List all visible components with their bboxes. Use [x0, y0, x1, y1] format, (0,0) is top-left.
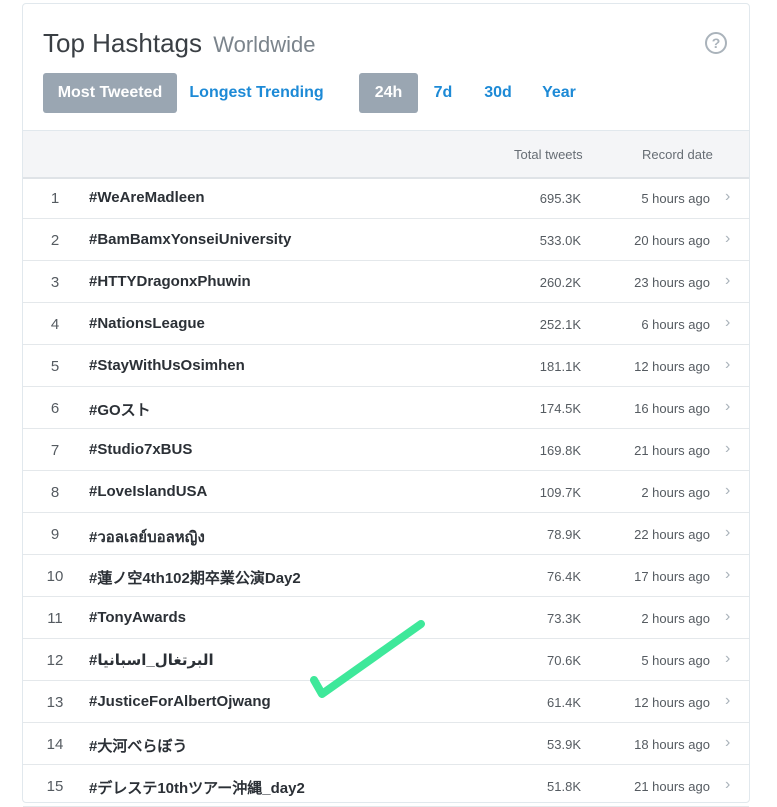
green-checkmark-icon	[310, 620, 425, 698]
